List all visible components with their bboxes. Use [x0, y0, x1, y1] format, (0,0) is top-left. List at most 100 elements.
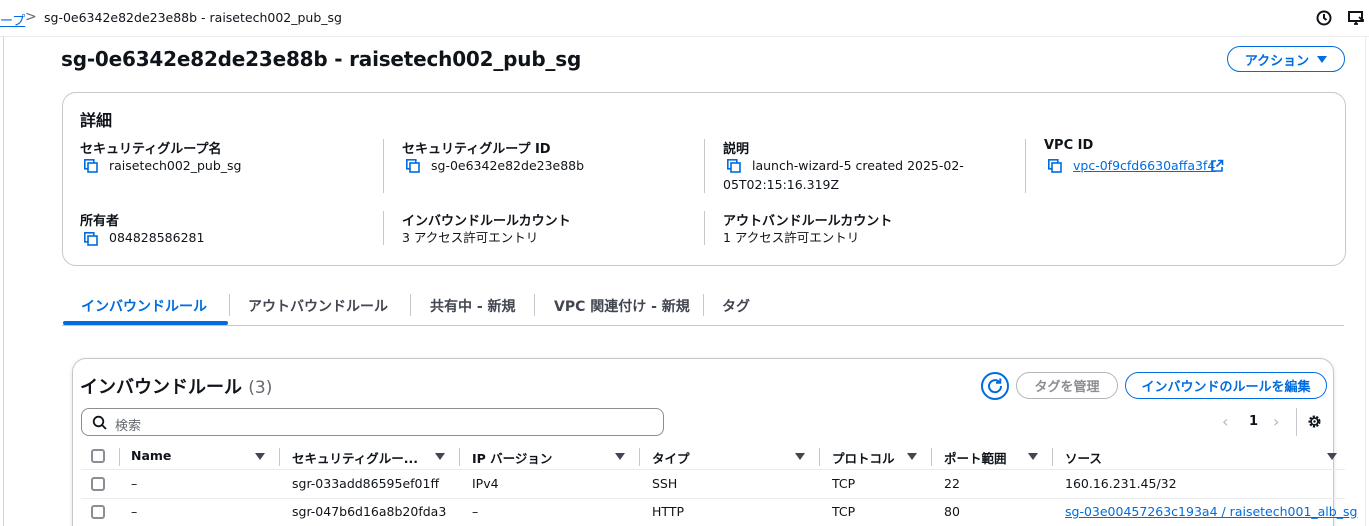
cell-name: – — [131, 504, 138, 519]
column-separator — [279, 448, 280, 466]
page-title: sg-0e6342e82de23e88b - raisetech002_pub_… — [61, 47, 582, 71]
column-separator — [119, 448, 120, 466]
sg-id-label: セキュリティグループ ID — [402, 142, 551, 157]
col-header-source[interactable]: ソース — [1065, 448, 1102, 467]
inbound-count-label: インバウンドルールカウント — [402, 214, 571, 229]
left-edge — [0, 37, 4, 526]
cell-ip-version: IPv4 — [472, 476, 499, 491]
caret-down-icon — [1317, 55, 1328, 63]
top-bar: ープ > sg-0e6342e82de23e88b - raisetech002… — [0, 0, 1369, 37]
row-checkbox[interactable] — [91, 505, 105, 519]
description-label: 説明 — [723, 142, 750, 157]
tab-outbound-rules[interactable]: アウトバウンドルール — [248, 296, 388, 316]
column-divider — [704, 139, 705, 193]
cell-port-range: 80 — [944, 504, 960, 519]
sort-down-icon[interactable] — [907, 453, 917, 460]
pagination-prev-icon[interactable]: ‹ — [1222, 412, 1228, 431]
breadcrumb-current: sg-0e6342e82de23e88b - raisetech002_pub_… — [44, 10, 342, 25]
info-icon[interactable] — [1315, 9, 1333, 27]
column-divider — [704, 211, 705, 245]
pagination-next-icon[interactable]: › — [1273, 412, 1279, 431]
cell-rule-id: sgr-033add86595ef01ff — [292, 476, 440, 491]
pagination-page-number[interactable]: 1 — [1249, 414, 1258, 429]
inbound-count-value: 3 アクセス許可エントリ — [402, 230, 539, 245]
cell-source: 160.16.231.45/32 — [1065, 476, 1177, 491]
column-separator — [459, 448, 460, 466]
sg-name-label: セキュリティグループ名 — [80, 142, 222, 157]
copy-icon[interactable] — [406, 159, 420, 173]
header-divider — [81, 469, 1345, 470]
column-divider — [383, 139, 384, 193]
tab-vpc-associations[interactable]: VPC 関連付け - 新規 — [554, 296, 690, 316]
breadcrumb-prev-link[interactable]: ープ — [0, 10, 25, 29]
cell-type: SSH — [652, 476, 678, 491]
tab-separator — [229, 294, 230, 316]
copy-icon[interactable] — [1048, 159, 1062, 173]
owner-label: 所有者 — [80, 214, 120, 229]
pagination-separator — [1296, 408, 1297, 436]
edit-inbound-rules-button[interactable]: インバウンドのルールを編集 — [1125, 372, 1327, 399]
column-separator — [1052, 448, 1053, 466]
manage-tags-button[interactable]: タグを管理 — [1016, 372, 1118, 399]
table-row-count: (3) — [248, 378, 273, 398]
table-title: インバウンドルール (3) — [80, 373, 272, 399]
col-header-ip-version[interactable]: IP バージョン — [472, 448, 552, 467]
tab-separator — [534, 294, 535, 316]
tab-tags[interactable]: タグ — [722, 296, 750, 316]
tab-separator — [703, 294, 704, 316]
sort-down-icon[interactable] — [435, 453, 445, 460]
tab-inbound-rules[interactable]: インバウンドルール — [81, 296, 207, 316]
refresh-icon — [988, 378, 1003, 394]
cell-protocol: TCP — [832, 476, 856, 491]
details-heading: 詳細 — [80, 111, 113, 130]
vpc-id-label: VPC ID — [1044, 138, 1094, 153]
breadcrumb-separator: > — [25, 9, 37, 25]
gear-icon[interactable] — [1306, 413, 1323, 430]
search-input[interactable]: 検索 — [81, 408, 664, 436]
row-checkbox[interactable] — [91, 477, 105, 491]
search-icon — [92, 415, 107, 430]
column-separator — [639, 448, 640, 466]
row-divider — [81, 498, 1345, 499]
refresh-button[interactable] — [981, 372, 1009, 400]
tab-separator — [410, 294, 411, 316]
cell-type: HTTP — [652, 504, 684, 519]
sort-down-icon[interactable] — [255, 453, 265, 460]
action-button-label: アクション — [1244, 53, 1310, 69]
owner-value: 084828586281 — [109, 230, 205, 245]
sg-id-value: sg-0e6342e82de23e88b — [431, 158, 585, 173]
external-link-icon[interactable] — [1210, 159, 1224, 173]
col-header-rule-id[interactable]: セキュリティグルー... — [292, 448, 418, 467]
column-separator — [931, 448, 932, 466]
cell-source-link[interactable]: sg-03e00457263c193a4 / raisetech001_alb_… — [1065, 504, 1357, 519]
search-placeholder: 検索 — [115, 419, 142, 434]
tab-sharing[interactable]: 共有中 - 新規 — [430, 296, 516, 316]
sort-down-icon[interactable] — [615, 453, 625, 460]
sort-down-icon[interactable] — [1327, 453, 1337, 460]
description-value-cont: 05T02:15:16.319Z — [723, 177, 840, 192]
col-header-name[interactable]: Name — [131, 448, 171, 463]
tab-bar-border — [62, 325, 1344, 326]
column-separator — [819, 448, 820, 466]
outbound-count-value: 1 アクセス許可エントリ — [723, 230, 860, 245]
column-divider — [1025, 139, 1026, 193]
select-all-checkbox[interactable] — [91, 449, 105, 463]
sort-down-icon[interactable] — [1028, 453, 1038, 460]
col-header-type[interactable]: タイプ — [652, 448, 690, 467]
col-header-protocol[interactable]: プロトコル — [832, 448, 895, 467]
copy-icon[interactable] — [84, 232, 98, 246]
copy-icon[interactable] — [84, 159, 98, 173]
copy-icon[interactable] — [727, 159, 741, 173]
cell-protocol: TCP — [832, 504, 856, 519]
cell-ip-version: – — [472, 504, 479, 519]
cell-port-range: 22 — [944, 476, 960, 491]
description-value: launch-wizard-5 created 2025-02- — [752, 158, 964, 173]
column-divider — [383, 211, 384, 245]
screen-share-icon[interactable] — [1347, 9, 1365, 27]
action-button[interactable]: アクション — [1227, 46, 1345, 72]
vpc-id-link[interactable]: vpc-0f9cfd6630affa3f4 — [1073, 156, 1215, 175]
col-header-port-range[interactable]: ポート範囲 — [944, 448, 1007, 467]
table-title-text: インバウンドルール — [80, 377, 242, 398]
cell-name: – — [131, 476, 138, 491]
sort-down-icon[interactable] — [795, 453, 805, 460]
